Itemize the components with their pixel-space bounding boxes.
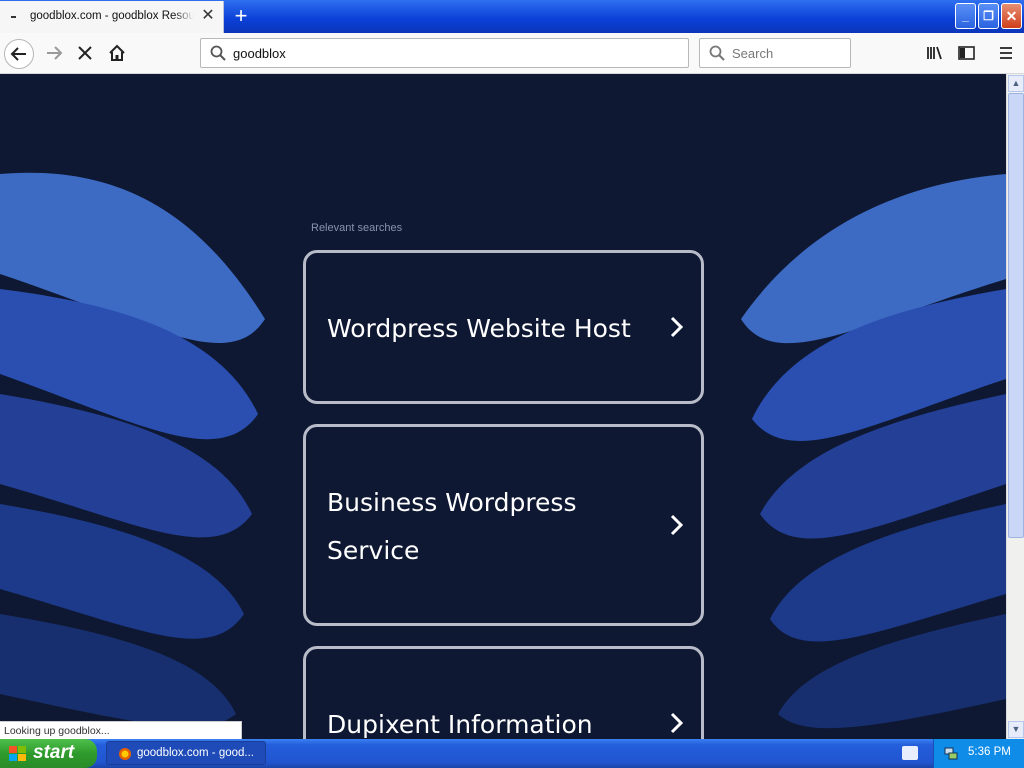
minimize-button[interactable]: _ bbox=[955, 3, 976, 29]
title-bar: goodblox.com - goodblox Resources ✕ + _ … bbox=[0, 0, 1024, 33]
stop-button[interactable] bbox=[70, 39, 100, 69]
home-icon bbox=[109, 44, 125, 61]
maximize-button[interactable]: ❐ bbox=[978, 3, 999, 29]
result-card-business-wordpress-service[interactable]: Business Wordpress Service bbox=[303, 424, 704, 626]
clock: 5:36 PM bbox=[968, 746, 1011, 758]
taskbar-window-label: goodblox.com - good... bbox=[137, 747, 254, 759]
forward-button[interactable] bbox=[39, 39, 69, 69]
taskbar-window-item[interactable]: goodblox.com - good... bbox=[106, 741, 266, 765]
scroll-thumb[interactable] bbox=[1008, 93, 1024, 538]
library-icon bbox=[927, 46, 942, 60]
sidebar-icon bbox=[958, 46, 975, 60]
result-label: Business Wordpress Service bbox=[327, 488, 577, 565]
scroll-down-arrow-icon[interactable]: ▼ bbox=[1008, 721, 1024, 738]
home-button[interactable] bbox=[102, 39, 132, 69]
result-label: Dupixent Information bbox=[327, 710, 593, 739]
chevron-right-icon bbox=[670, 712, 684, 734]
firefox-icon bbox=[119, 748, 131, 760]
vertical-scrollbar[interactable]: ▲ ▼ bbox=[1006, 74, 1024, 739]
page-content: Relevant searches Wordpress Website Host… bbox=[0, 74, 1006, 739]
network-icon[interactable] bbox=[944, 746, 958, 760]
tab-title: goodblox.com - goodblox Resources bbox=[30, 10, 194, 22]
start-label: start bbox=[33, 742, 75, 763]
sidebar-button[interactable] bbox=[951, 39, 981, 69]
url-bar[interactable]: goodblox bbox=[200, 38, 689, 68]
browser-tab[interactable]: goodblox.com - goodblox Resources ✕ bbox=[0, 1, 224, 33]
search-placeholder: Search bbox=[732, 46, 774, 61]
result-card-dupixent-information[interactable]: Dupixent Information bbox=[303, 646, 704, 739]
wave-background bbox=[0, 172, 1006, 729]
status-text: Looking up goodblox... bbox=[0, 721, 242, 739]
forward-arrow-icon bbox=[47, 46, 63, 60]
back-button[interactable] bbox=[4, 39, 34, 69]
search-box[interactable]: Search bbox=[699, 38, 851, 68]
url-text: goodblox bbox=[233, 46, 286, 61]
menu-button[interactable] bbox=[991, 39, 1021, 69]
search-icon bbox=[210, 45, 226, 61]
result-label: Wordpress Website Host bbox=[327, 314, 631, 343]
navigation-toolbar: goodblox Search bbox=[0, 33, 1024, 74]
tab-close-icon[interactable]: ✕ bbox=[199, 7, 217, 25]
relevant-searches-label: Relevant searches bbox=[311, 222, 403, 234]
start-button[interactable]: start bbox=[0, 739, 97, 768]
stop-x-icon bbox=[78, 46, 92, 60]
chevron-right-icon bbox=[670, 316, 684, 338]
library-button[interactable] bbox=[920, 39, 950, 69]
scroll-up-arrow-icon[interactable]: ▲ bbox=[1008, 75, 1024, 92]
windows-flag-icon bbox=[9, 746, 26, 761]
back-arrow-icon bbox=[10, 47, 26, 61]
keyboard-icon[interactable] bbox=[902, 746, 918, 760]
result-card-wordpress-website-host[interactable]: Wordpress Website Host bbox=[303, 250, 704, 404]
new-tab-button[interactable]: + bbox=[230, 4, 252, 28]
system-tray: 5:36 PM bbox=[933, 739, 1024, 768]
loading-favicon-icon bbox=[11, 16, 16, 18]
search-icon bbox=[709, 45, 725, 61]
close-window-button[interactable]: ✕ bbox=[1001, 3, 1022, 29]
hamburger-menu-icon bbox=[1000, 47, 1012, 59]
chevron-right-icon bbox=[670, 514, 684, 536]
taskbar: start goodblox.com - good... 5:36 PM bbox=[0, 739, 1024, 768]
